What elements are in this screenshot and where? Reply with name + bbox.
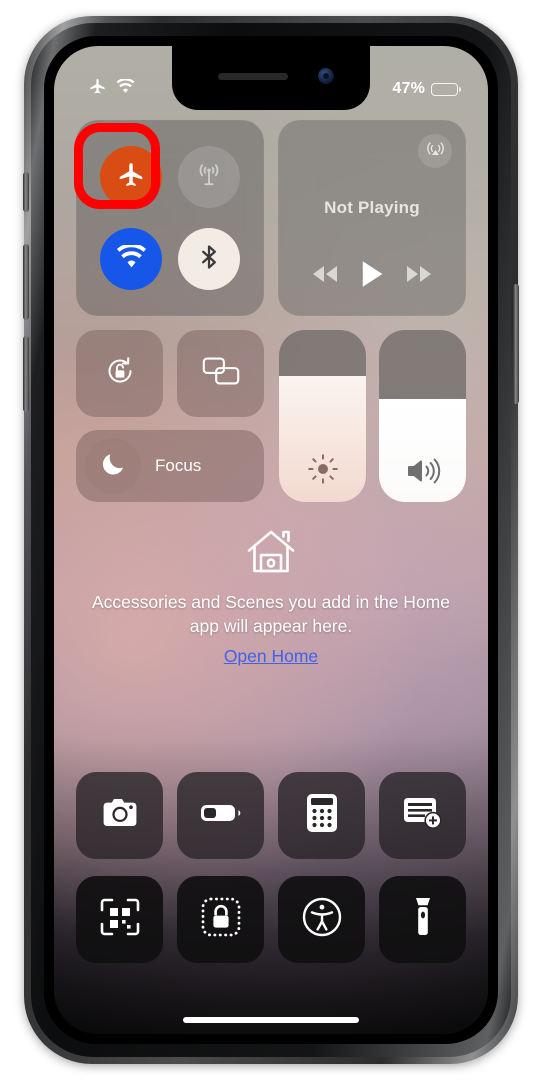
- guided-access-button[interactable]: [177, 876, 264, 963]
- phone-bezel: 47% Not Playing Focus Accessories and Sc…: [44, 36, 498, 1044]
- media-title: Not Playing: [324, 198, 420, 217]
- shortcuts-row-2: [76, 876, 466, 963]
- screenshot-stage: 47% Not Playing Focus Accessories and Sc…: [0, 0, 542, 1080]
- focus-icon-circle: [85, 438, 141, 494]
- earpiece-speaker-icon: [218, 73, 288, 80]
- focus-button[interactable]: Focus: [76, 430, 264, 502]
- wifi-icon: [116, 78, 135, 99]
- open-home-link[interactable]: Open Home: [224, 646, 318, 667]
- brightness-slider[interactable]: [279, 330, 366, 502]
- forward-icon[interactable]: [404, 263, 434, 290]
- airplane-mode-button[interactable]: [100, 146, 162, 208]
- screen-mirroring-button[interactable]: [177, 330, 264, 417]
- notch: [172, 46, 370, 110]
- airplane-icon: [116, 160, 146, 195]
- low-power-mode-button[interactable]: [177, 772, 264, 859]
- volume-slider[interactable]: [379, 330, 466, 502]
- phone-inner-frame: 47% Not Playing Focus Accessories and Sc…: [31, 23, 511, 1057]
- volume-slider-fill: [379, 398, 466, 502]
- battery-icon: [199, 801, 243, 830]
- home-module: Accessories and Scenes you add in the Ho…: [76, 528, 466, 667]
- flashlight-button[interactable]: [379, 876, 466, 963]
- accessibility-button[interactable]: [278, 876, 365, 963]
- qr-scanner-button[interactable]: [76, 876, 163, 963]
- dotted-lock-icon: [200, 896, 242, 943]
- battery-percent-label: 47%: [392, 80, 425, 97]
- toggles-column: Focus: [76, 330, 264, 502]
- media-playback-module[interactable]: Not Playing: [278, 120, 466, 316]
- house-icon: [84, 528, 458, 576]
- shortcuts-area: [76, 772, 466, 980]
- airplay-icon: [425, 138, 446, 164]
- notes-button[interactable]: [379, 772, 466, 859]
- front-camera-icon: [318, 68, 334, 84]
- wifi-button[interactable]: [100, 228, 162, 290]
- control-center-row-1: Not Playing: [76, 120, 466, 316]
- new-note-icon: [402, 795, 444, 836]
- bluetooth-icon: [195, 243, 223, 276]
- camera-icon: [100, 796, 140, 835]
- sliders-group: [279, 330, 466, 502]
- iphone-frame: 47% Not Playing Focus Accessories and Sc…: [23, 16, 519, 1064]
- rewind-icon[interactable]: [310, 263, 340, 290]
- focus-label: Focus: [155, 456, 202, 475]
- screen-mirroring-icon: [199, 353, 243, 394]
- volume-icon: [379, 456, 466, 486]
- status-bar-left: [88, 77, 135, 101]
- cellular-data-button[interactable]: [178, 146, 240, 208]
- brightness-icon: [279, 452, 366, 486]
- connectivity-module[interactable]: [76, 120, 264, 316]
- control-center-row-2: Focus: [76, 330, 466, 502]
- rotation-lock-icon: [99, 350, 141, 397]
- qr-code-icon: [100, 898, 140, 941]
- flashlight-icon: [412, 896, 434, 943]
- cellular-antenna-icon: [194, 160, 224, 195]
- status-bar-right: 47%: [392, 80, 461, 98]
- media-controls: [278, 259, 466, 294]
- play-icon[interactable]: [359, 259, 385, 294]
- side-power-button[interactable]: [513, 284, 519, 404]
- wifi-icon: [116, 242, 147, 274]
- shortcuts-row-1: [76, 772, 466, 859]
- toggle-pair: [76, 330, 264, 417]
- control-center: Not Playing Focus Accessories and Scenes…: [54, 110, 488, 1034]
- accessibility-icon: [301, 896, 343, 943]
- battery-icon: [431, 82, 461, 96]
- moon-icon: [100, 450, 127, 482]
- rotation-lock-button[interactable]: [76, 330, 163, 417]
- bluetooth-button[interactable]: [178, 228, 240, 290]
- airplane-icon: [88, 77, 107, 101]
- volume-down-button[interactable]: [23, 336, 29, 412]
- calculator-icon: [306, 794, 337, 837]
- volume-up-button[interactable]: [23, 244, 29, 320]
- home-message: Accessories and Scenes you add in the Ho…: [92, 592, 450, 636]
- iphone-screen: 47% Not Playing Focus Accessories and Sc…: [54, 46, 488, 1034]
- mute-switch-button[interactable]: [23, 172, 29, 212]
- home-indicator[interactable]: [183, 1017, 359, 1023]
- calculator-button[interactable]: [278, 772, 365, 859]
- camera-button[interactable]: [76, 772, 163, 859]
- airplay-button[interactable]: [418, 134, 452, 168]
